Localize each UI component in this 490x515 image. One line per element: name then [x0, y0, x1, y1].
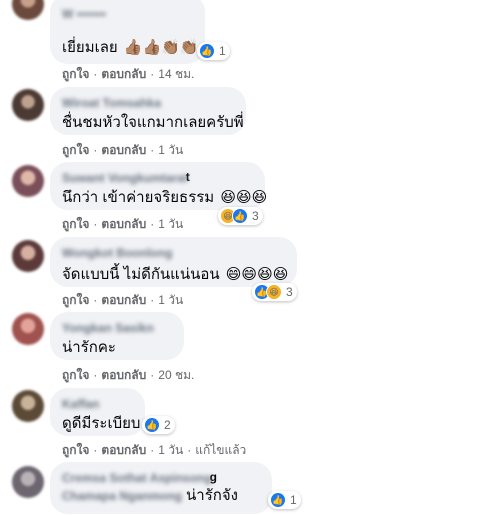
reply-button[interactable]: ตอบกลับ — [101, 443, 146, 457]
like-button[interactable]: ถูกใจ — [62, 217, 89, 231]
comment-text-body: นึกว่า เข้าค่ายจริยธรรม — [62, 189, 215, 206]
comment-text: ชื่นชมหัวใจแกมากเลยครับพี่ — [62, 114, 244, 131]
comment-text: จัดแบบนี้ ไม่ดีกันแน่นอน 😄😄😆😆 — [62, 265, 288, 285]
reply-button[interactable]: ตอบกลับ — [101, 293, 146, 307]
avatar[interactable] — [12, 390, 44, 422]
avatar[interactable] — [12, 466, 44, 498]
comment-bubble: Wiroat Tomsahka ชื่นชมหัวใจแกมากเลยครับพ… — [50, 87, 246, 135]
comment-text: น่ารักจัง — [186, 487, 238, 504]
comment-bubble: Cremsa Sothat Aspinsong g Chamapa Nganmo… — [50, 462, 272, 514]
comment-text: ดูดีมีระเบียบ — [62, 415, 141, 432]
like-button[interactable]: ถูกใจ — [62, 443, 89, 457]
comment-text: นึกว่า เข้าค่ายจริยธรรม 😆😆😆 — [62, 188, 267, 208]
comment-author[interactable]: Yongkan Sasikn — [62, 320, 172, 336]
emoji-string: 😄😄😆😆 — [225, 266, 289, 283]
avatar[interactable] — [12, 0, 44, 20]
comment-bubble: W ••••••• เยี่ยมเลย 👍🏽👍🏽👏🏽👏🏽 — [50, 0, 205, 64]
comment-author[interactable]: Wiroat Tomsahka — [62, 95, 234, 111]
comment-actions: ถูกใจ · ตอบกลับ · 14 ชม. — [62, 67, 195, 81]
comment-bubble: Wongkot Boonlong จัดแบบนี้ ไม่ดีกันแน่นอ… — [50, 237, 297, 287]
comment-bubble: Kaffan ดูดีมีระเบียบ — [50, 388, 145, 436]
comment-actions: ถูกใจ · ตอบกลับ · 1 วัน — [62, 217, 184, 231]
avatar[interactable] — [12, 165, 44, 197]
thumbs-up-icon: 👍 — [199, 43, 215, 59]
like-button[interactable]: ถูกใจ — [62, 293, 89, 307]
comment-bubble: Suwant Vongkumtarat t นึกว่า เข้าค่ายจริ… — [50, 162, 267, 210]
comment-text-body: เยี่ยมเลย — [62, 39, 118, 56]
comment-time[interactable]: 20 ชม. — [158, 368, 194, 382]
avatar[interactable] — [12, 240, 44, 272]
reply-button[interactable]: ตอบกลับ — [101, 368, 146, 382]
reaction-badge[interactable]: 👍 😆 3 — [252, 283, 297, 301]
comment-time[interactable]: 1 วัน — [158, 143, 183, 157]
reaction-badge[interactable]: 👍 2 — [142, 416, 175, 434]
comment-time[interactable]: 1 วัน — [158, 443, 183, 457]
reaction-badge[interactable]: 😆 👍 3 — [218, 207, 263, 225]
thumbs-up-icon: 👍 — [232, 208, 248, 224]
reaction-count: 3 — [252, 209, 259, 223]
like-button[interactable]: ถูกใจ — [62, 143, 89, 157]
thumbs-up-icon: 👍 — [270, 492, 286, 508]
laughing-face-icon: 😆 — [266, 284, 282, 300]
comment-author[interactable]: Wongkot Boonlong — [62, 245, 285, 261]
comment-bubble: Yongkan Sasikn น่ารักคะ — [50, 312, 184, 360]
thumbs-up-icon: 👍 — [144, 417, 160, 433]
reply-button[interactable]: ตอบกลับ — [101, 143, 146, 157]
comment-time[interactable]: 14 ชม. — [158, 67, 194, 81]
reaction-badge[interactable]: 👍 1 — [268, 491, 301, 509]
avatar[interactable] — [12, 313, 44, 345]
reply-button[interactable]: ตอบกลับ — [101, 217, 146, 231]
comment-text: เยี่ยมเลย 👍🏽👍🏽👏🏽👏🏽 — [62, 38, 199, 58]
comment-actions: ถูกใจ · ตอบกลับ · 20 ชม. — [62, 368, 195, 382]
comment-actions: ถูกใจ · ตอบกลับ · 1 วัน · แก้ไขแล้ว — [62, 443, 247, 457]
comment-time[interactable]: 1 วัน — [158, 217, 183, 231]
reaction-count: 1 — [290, 493, 297, 507]
comment-text-body: จัดแบบนี้ ไม่ดีกันแน่นอน — [62, 266, 220, 283]
comment-text: น่ารักคะ — [62, 339, 116, 356]
comment-author[interactable]: Cremsa Sothat Aspinsong — [62, 470, 212, 486]
comment-actions: ถูกใจ · ตอบกลับ · 1 วัน — [62, 293, 184, 307]
comment-time[interactable]: 1 วัน — [158, 293, 183, 307]
comment-actions: ถูกใจ · ตอบกลับ · 1 วัน — [62, 143, 184, 157]
emoji-string: 👍🏽👍🏽👏🏽👏🏽 — [123, 39, 199, 56]
like-button[interactable]: ถูกใจ — [62, 368, 89, 382]
avatar[interactable] — [12, 89, 44, 121]
emoji-string: 😆😆😆 — [220, 189, 268, 206]
reaction-count: 3 — [286, 285, 293, 299]
edited-label: แก้ไขแล้ว — [195, 443, 247, 457]
reaction-count: 1 — [219, 44, 226, 58]
comment-author[interactable]: W ••••••• — [62, 6, 193, 22]
tagged-user[interactable]: Chamapa Nganmong — [62, 488, 182, 504]
like-button[interactable]: ถูกใจ — [62, 67, 89, 81]
reaction-count: 2 — [164, 418, 171, 432]
reply-button[interactable]: ตอบกลับ — [101, 67, 146, 81]
reaction-badge[interactable]: 👍 1 — [197, 42, 230, 60]
scrollbar[interactable] — [486, 0, 490, 515]
comment-author[interactable]: Suwant Vongkumtarat — [62, 170, 188, 186]
comment-author[interactable]: Kaffan — [62, 396, 133, 412]
